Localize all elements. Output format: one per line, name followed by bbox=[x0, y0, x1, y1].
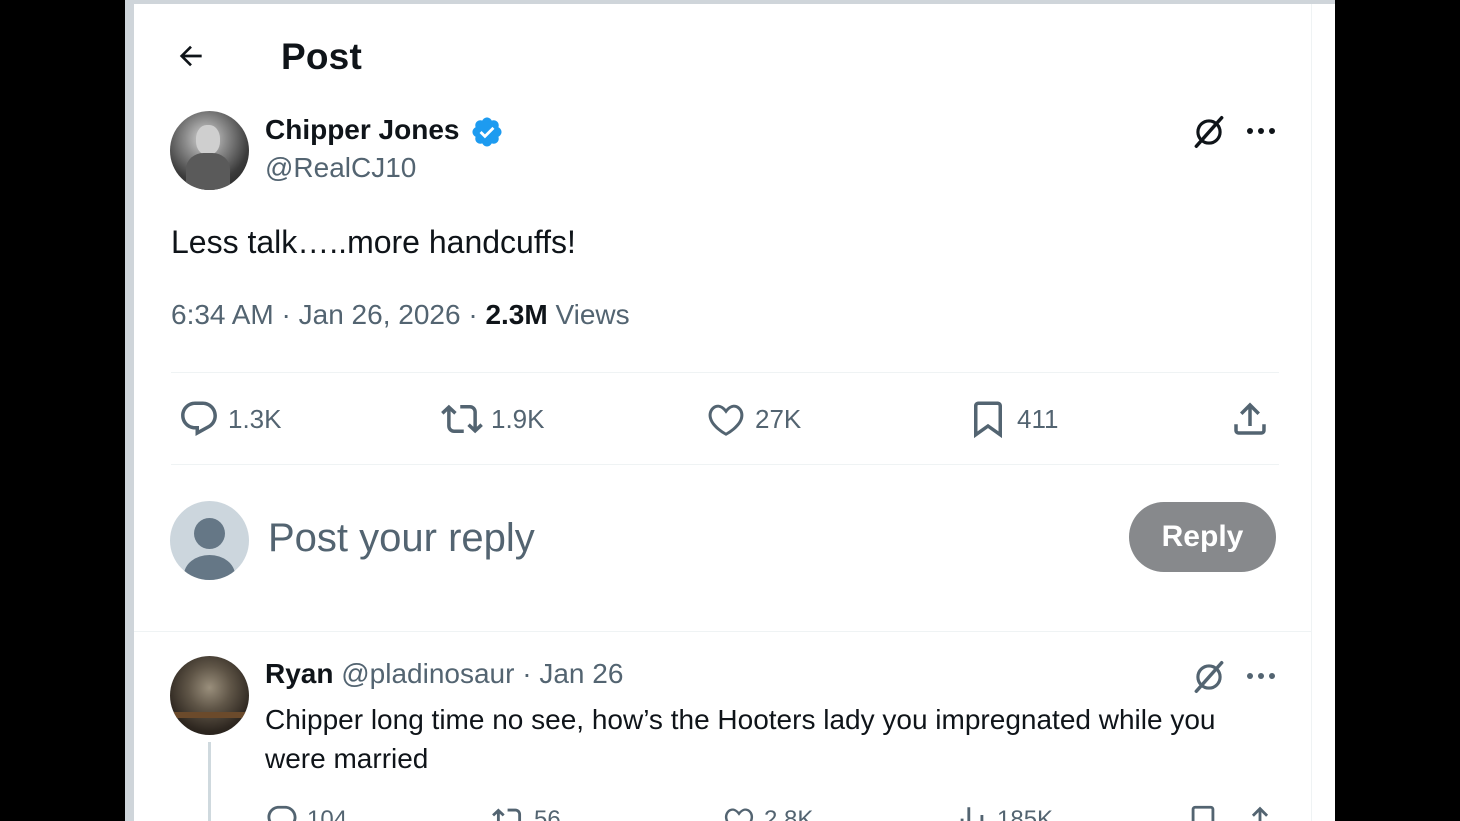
panel-border-right bbox=[1311, 4, 1312, 821]
reply-button[interactable]: Reply bbox=[1129, 502, 1276, 572]
like-action[interactable]: 27K bbox=[705, 396, 801, 442]
author-name[interactable]: Chipper Jones bbox=[265, 114, 459, 146]
share-action[interactable] bbox=[1229, 396, 1271, 442]
grok-icon[interactable] bbox=[1190, 658, 1228, 696]
reply-header: Ryan @pladinosaur · Jan 26 bbox=[265, 658, 623, 690]
repost-action[interactable]: 56 bbox=[492, 800, 561, 821]
section-divider bbox=[134, 631, 1311, 632]
page-title: Post bbox=[281, 36, 362, 77]
post-date[interactable]: Jan 26, 2026 bbox=[299, 299, 461, 330]
thread-line bbox=[208, 742, 211, 821]
reply-author-handle[interactable]: @pladinosaur bbox=[341, 658, 514, 689]
more-options-icon[interactable] bbox=[1244, 659, 1278, 693]
reply-text: Chipper long time no see, how’s the Hoot… bbox=[265, 704, 1216, 774]
analytics-icon bbox=[960, 807, 984, 821]
divider bbox=[171, 372, 1279, 373]
reply-date[interactable]: Jan 26 bbox=[539, 658, 623, 689]
heart-icon bbox=[724, 808, 754, 821]
repost-action[interactable]: 1.9K bbox=[441, 396, 545, 442]
share-icon bbox=[1251, 806, 1269, 821]
repost-count: 56 bbox=[534, 806, 561, 821]
verified-badge-icon bbox=[472, 117, 502, 147]
panel-border-top bbox=[134, 0, 1335, 4]
bookmark-icon bbox=[974, 401, 1002, 439]
bookmark-action[interactable]: 411 bbox=[967, 396, 1058, 442]
views-count: 185K bbox=[997, 806, 1054, 821]
views-label: Views bbox=[555, 299, 630, 330]
bookmark-count: 411 bbox=[1017, 403, 1059, 434]
post-text: Less talk…..more handcuffs! bbox=[171, 224, 576, 260]
reply-action[interactable]: 1.3K bbox=[178, 396, 282, 442]
arrow-left-icon bbox=[179, 45, 202, 67]
reply-icon bbox=[267, 805, 297, 821]
bookmark-icon bbox=[1191, 805, 1215, 821]
like-count: 27K bbox=[755, 403, 802, 434]
divider bbox=[171, 464, 1279, 465]
reply-action[interactable]: 104 bbox=[265, 800, 347, 821]
like-action[interactable]: 2.8K bbox=[722, 800, 813, 821]
separator: · bbox=[522, 658, 532, 689]
reply-author-name[interactable]: Ryan bbox=[265, 658, 333, 689]
author-avatar[interactable] bbox=[170, 111, 249, 190]
repost-icon bbox=[441, 404, 483, 434]
bookmark-action[interactable] bbox=[1186, 800, 1220, 821]
repost-icon bbox=[492, 808, 522, 821]
post-time[interactable]: 6:34 AM bbox=[171, 299, 274, 330]
more-options-icon[interactable] bbox=[1244, 114, 1278, 148]
grok-icon[interactable] bbox=[1190, 113, 1228, 151]
reply-icon bbox=[181, 401, 217, 436]
heart-icon bbox=[708, 404, 744, 436]
reply-count: 1.3K bbox=[228, 403, 282, 434]
panel-border-left bbox=[125, 0, 134, 821]
views-action[interactable]: 185K bbox=[955, 800, 1053, 821]
reply-input[interactable] bbox=[268, 511, 1108, 565]
views-count: 2.3M bbox=[485, 299, 548, 330]
like-count: 2.8K bbox=[764, 806, 814, 821]
share-icon bbox=[1234, 402, 1266, 435]
user-avatar bbox=[170, 501, 249, 580]
repost-count: 1.9K bbox=[491, 403, 545, 434]
post-meta: 6:34 AM · Jan 26, 2026 · 2.3M Views bbox=[171, 299, 630, 330]
reply-author-avatar[interactable] bbox=[170, 656, 249, 735]
author-handle[interactable]: @RealCJ10 bbox=[265, 152, 416, 184]
back-button[interactable] bbox=[170, 35, 212, 77]
share-action[interactable] bbox=[1243, 800, 1277, 821]
reply-count: 104 bbox=[307, 806, 348, 821]
